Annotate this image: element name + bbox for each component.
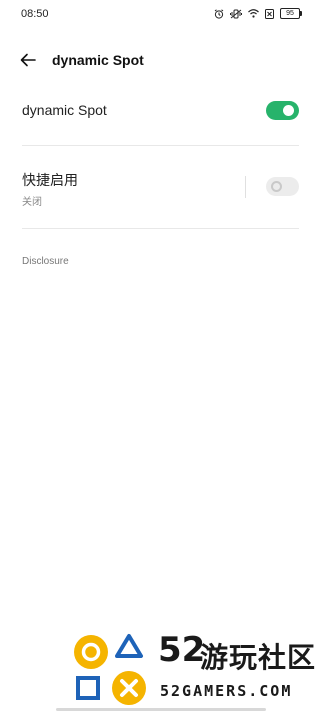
- watermark-name: 游玩社区: [200, 642, 317, 673]
- quick-enable-row[interactable]: 快捷启用 关闭: [0, 164, 320, 214]
- disclosure-link[interactable]: Disclosure: [22, 256, 69, 267]
- watermark-logo: 52 游玩社区 52GAMERS.COM: [72, 626, 320, 706]
- divider: [22, 228, 299, 229]
- dynamic-spot-toggle[interactable]: [266, 101, 299, 120]
- quick-enable-status: 关闭: [22, 197, 42, 208]
- toggle-knob: [283, 105, 294, 116]
- status-time: 08:50: [21, 8, 49, 20]
- wifi-icon: [248, 9, 259, 18]
- divider: [22, 145, 299, 146]
- battery-icon: 95: [280, 8, 302, 19]
- status-bar: 08:50 95: [0, 0, 320, 30]
- page-title: dynamic Spot: [52, 52, 144, 68]
- quick-enable-label: 快捷启用: [22, 172, 78, 188]
- status-icons: 95: [214, 8, 302, 19]
- header: dynamic Spot: [0, 44, 320, 76]
- vibrate-icon: [230, 9, 242, 18]
- alarm-icon: [214, 8, 224, 19]
- gamepad-symbols-icon: [74, 634, 146, 705]
- vertical-separator: [245, 176, 246, 198]
- watermark-number: 52: [158, 630, 206, 670]
- watermark-site: 52GAMERS.COM: [160, 682, 293, 700]
- dynamic-spot-label: dynamic Spot: [22, 102, 107, 118]
- toggle-knob: [271, 181, 282, 192]
- back-button[interactable]: [14, 48, 42, 72]
- quick-enable-toggle[interactable]: [266, 177, 299, 196]
- dynamic-spot-row[interactable]: dynamic Spot: [0, 94, 320, 128]
- back-arrow-icon: [20, 53, 36, 67]
- no-sim-icon: [265, 8, 274, 19]
